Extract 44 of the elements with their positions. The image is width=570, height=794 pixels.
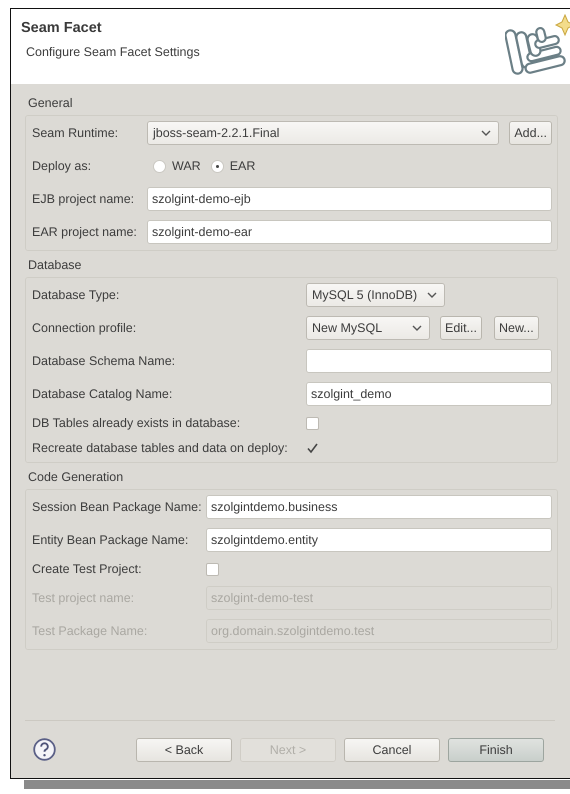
small-button[interactable]: Edit... — [440, 316, 482, 340]
dialog-button[interactable]: Cancel — [344, 738, 440, 762]
field-label: Deploy as: — [32, 159, 92, 173]
radio-label[interactable]: WAR — [172, 159, 201, 173]
input-field[interactable] — [306, 349, 552, 373]
checkbox[interactable] — [306, 416, 319, 430]
field-label: EJB project name: — [32, 192, 136, 206]
field-label: Recreate database tables and data on deploy: — [32, 441, 289, 455]
field-label: EAR project name: — [32, 225, 138, 239]
input-field[interactable]: szolgintdemo.business — [206, 495, 552, 519]
small-button[interactable]: Add... — [509, 121, 552, 145]
group-title: General — [27, 95, 74, 111]
dialog-subtitle: Configure Seam Facet Settings — [25, 45, 200, 59]
field-label: Database Schema Name: — [32, 354, 176, 368]
field-label: Create Test Project: — [32, 562, 143, 576]
dialog-title: Seam Facet — [21, 20, 103, 36]
dropdown[interactable]: New MySQL — [306, 316, 430, 340]
input-field[interactable]: szolgintdemo.entity — [206, 528, 552, 552]
group-title: Code Generation — [27, 469, 124, 485]
field-label: Database Catalog Name: — [32, 387, 174, 401]
caret-icon — [427, 292, 438, 298]
checkbox[interactable] — [306, 442, 319, 454]
field-label: DB Tables already exists in database: — [32, 416, 242, 430]
input-field[interactable]: szolgint_demo — [306, 382, 552, 406]
field-label: Session Bean Package Name: — [32, 500, 203, 514]
input-field[interactable]: szolgint-demo-ear — [147, 220, 552, 244]
dropdown[interactable]: jboss-seam-2.2.1.Final — [147, 121, 500, 145]
dialog-button[interactable]: < Back — [136, 738, 232, 762]
input-field[interactable]: szolgint-demo-ejb — [147, 187, 552, 211]
group-title: Database — [27, 257, 83, 273]
dropdown[interactable]: MySQL 5 (InnoDB) — [306, 283, 446, 307]
help-icon[interactable] — [33, 738, 56, 761]
field-label: Entity Bean Package Name: — [32, 533, 190, 547]
checkbox[interactable] — [206, 562, 219, 576]
caret-icon — [412, 325, 422, 331]
field-label: Connection profile: — [32, 321, 138, 335]
radio-label[interactable]: EAR — [230, 159, 256, 173]
dialog-button[interactable]: Finish — [448, 738, 544, 762]
radio-button[interactable] — [210, 160, 224, 172]
field-label: Seam Runtime: — [32, 126, 120, 140]
small-button[interactable]: New... — [494, 316, 539, 340]
radio-button[interactable] — [153, 160, 166, 172]
caret-icon — [481, 130, 492, 136]
field-label: Database Type: — [32, 288, 120, 302]
